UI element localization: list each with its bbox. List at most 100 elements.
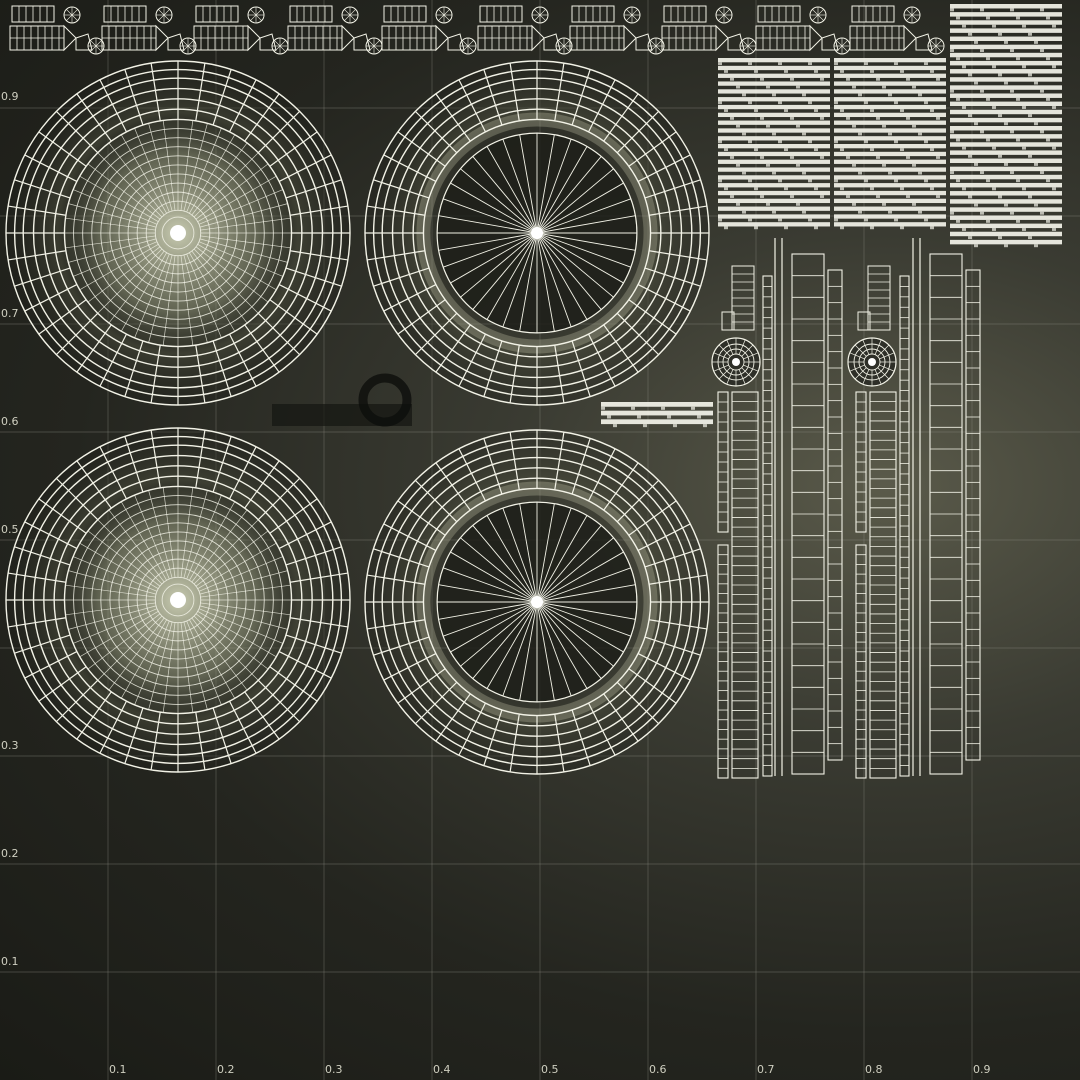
dense-tick	[956, 179, 960, 183]
dense-tick	[870, 226, 874, 230]
dense-tick	[876, 195, 880, 198]
dense-tick	[1004, 203, 1008, 207]
dense-row	[950, 85, 1062, 90]
uv-strip-island	[569, 5, 665, 55]
dense-tick	[852, 163, 856, 167]
dense-tick	[1052, 187, 1056, 191]
dense-tick	[754, 226, 758, 230]
dense-row	[834, 136, 946, 141]
dense-tick	[730, 117, 734, 120]
dense-tick	[864, 140, 868, 144]
mini-spoke	[71, 9, 78, 16]
rim-center	[531, 596, 543, 608]
dense-row	[950, 28, 1062, 33]
uv-dense-block	[718, 58, 830, 230]
dense-tick	[834, 179, 838, 183]
dense-tick	[613, 424, 617, 428]
dense-row	[718, 167, 830, 172]
tri	[623, 24, 637, 52]
mini-spoke	[373, 40, 380, 47]
dense-tick	[998, 73, 1002, 77]
dense-row	[718, 183, 830, 188]
dense-tick	[1046, 57, 1050, 61]
dense-tick	[840, 109, 844, 112]
dense-tick	[790, 156, 794, 159]
dense-row	[834, 214, 946, 219]
dense-tick	[703, 424, 707, 428]
dense-tick	[1022, 65, 1026, 69]
dense-tick	[814, 109, 818, 112]
dense-tick	[1052, 24, 1056, 28]
mini-spoke	[841, 40, 848, 47]
mini-spoke	[812, 9, 819, 16]
dense-tick	[974, 41, 978, 44]
dense-row	[950, 215, 1062, 220]
dense-tick	[766, 203, 770, 206]
uv-tread-strip	[929, 253, 963, 775]
dense-tick	[956, 16, 960, 20]
dense-tick	[742, 171, 746, 175]
uv-strip-island	[287, 5, 383, 55]
dense-tick	[956, 57, 960, 61]
dense-tick	[808, 101, 812, 105]
dense-tick	[730, 156, 734, 159]
dense-tick	[784, 226, 788, 230]
dense-tick	[736, 163, 740, 167]
dense-tick	[1034, 122, 1038, 126]
dense-tick	[1046, 179, 1050, 183]
tri	[247, 24, 261, 52]
tri	[903, 24, 917, 52]
dense-tick	[992, 187, 996, 191]
uv-dense-block	[601, 402, 713, 428]
dense-tick	[766, 85, 770, 89]
dense-tick	[643, 424, 647, 428]
dense-tick	[846, 195, 850, 198]
dense-tick	[962, 24, 966, 28]
dense-tick	[742, 93, 746, 97]
dense-tick	[1022, 187, 1026, 191]
dense-tick	[1028, 73, 1032, 77]
dense-row	[718, 159, 830, 164]
dense-tick	[1016, 219, 1020, 223]
dense-tick	[918, 210, 922, 214]
dense-tick	[814, 187, 818, 191]
dense-tick	[784, 109, 788, 112]
dense-tick	[808, 62, 812, 66]
dense-tick	[1046, 16, 1050, 20]
uv-wheel-hub-face	[5, 427, 351, 773]
mini-spoke	[349, 9, 356, 16]
tri	[715, 24, 729, 52]
uv-editor-viewport[interactable]: 0.9 0.7 0.6 0.5 0.3 0.2 0.1 0.1 0.2 0.3 …	[0, 0, 1080, 1080]
dense-tick	[974, 81, 978, 85]
dense-tick	[968, 236, 972, 240]
dense-tick	[968, 32, 972, 36]
dense-tick	[1034, 41, 1038, 44]
uv-strip-island	[755, 5, 851, 55]
dense-tick	[980, 171, 984, 174]
uv-vertical-strips	[711, 238, 981, 779]
mini-spoke	[626, 14, 633, 21]
uv-dense-block	[950, 4, 1062, 248]
u-tick-label: 0.7	[757, 1063, 775, 1076]
dense-tick	[808, 179, 812, 183]
tri	[63, 24, 77, 52]
dense-row	[950, 60, 1062, 66]
uv-ladder-strip	[855, 544, 867, 779]
dense-tick	[968, 195, 972, 199]
mini-spoke	[631, 9, 638, 16]
hub-center	[170, 225, 186, 241]
mini-spoke	[534, 9, 541, 16]
dense-tick	[950, 8, 954, 12]
dense-tick	[820, 117, 824, 120]
dense-tick	[888, 93, 892, 97]
dense-tick	[888, 210, 892, 214]
dense-tick	[912, 203, 916, 206]
dense-tick	[834, 218, 838, 222]
mini-spoke	[344, 14, 351, 21]
v-tick-label: 0.5	[1, 523, 19, 536]
tri	[341, 24, 355, 52]
dense-tick	[906, 156, 910, 159]
dense-tick	[900, 109, 904, 112]
u-tick-label: 0.8	[865, 1063, 883, 1076]
dense-tick	[766, 124, 770, 128]
